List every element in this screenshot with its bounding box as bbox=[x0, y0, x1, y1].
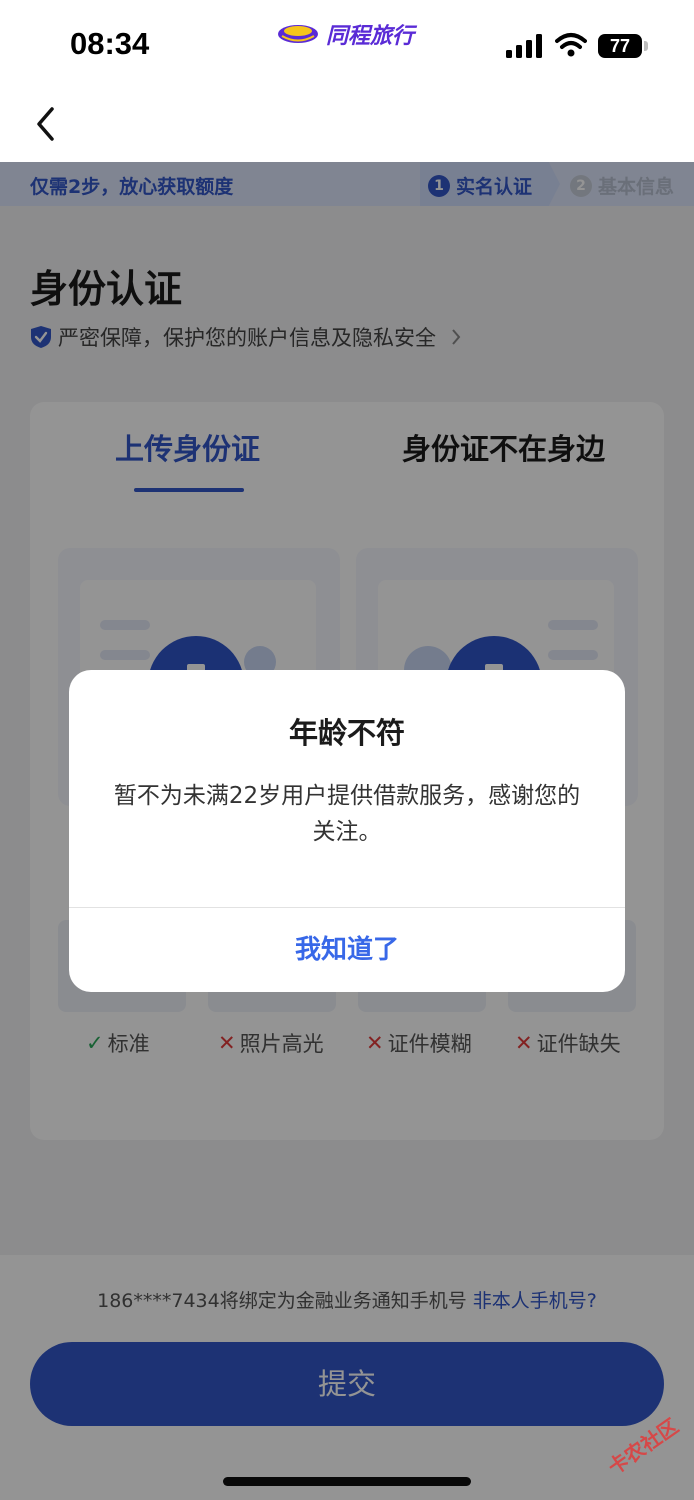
battery-tip bbox=[644, 41, 648, 51]
brand: 同程旅行 bbox=[276, 18, 414, 50]
back-arrow-icon[interactable] bbox=[30, 104, 60, 144]
dialog-message: 暂不为未满22岁用户提供借款服务，感谢您的关注。 bbox=[113, 783, 581, 845]
nav-bar bbox=[0, 90, 694, 162]
status-time: 08:34 bbox=[70, 26, 150, 61]
brand-name: 同程旅行 bbox=[326, 24, 415, 49]
brand-logo-icon bbox=[278, 25, 318, 43]
age-mismatch-dialog: 年龄不符 暂不为未满22岁用户提供借款服务，感谢您的关注。 我知道了 bbox=[69, 670, 625, 992]
wifi-icon bbox=[555, 33, 587, 57]
signal-icon bbox=[506, 34, 542, 58]
status-bar: 08:34 同程旅行 77 bbox=[0, 0, 694, 90]
dialog-confirm-button[interactable]: 我知道了 bbox=[69, 908, 625, 992]
battery-indicator: 77 bbox=[598, 34, 642, 58]
dialog-title: 年龄不符 bbox=[288, 716, 405, 750]
